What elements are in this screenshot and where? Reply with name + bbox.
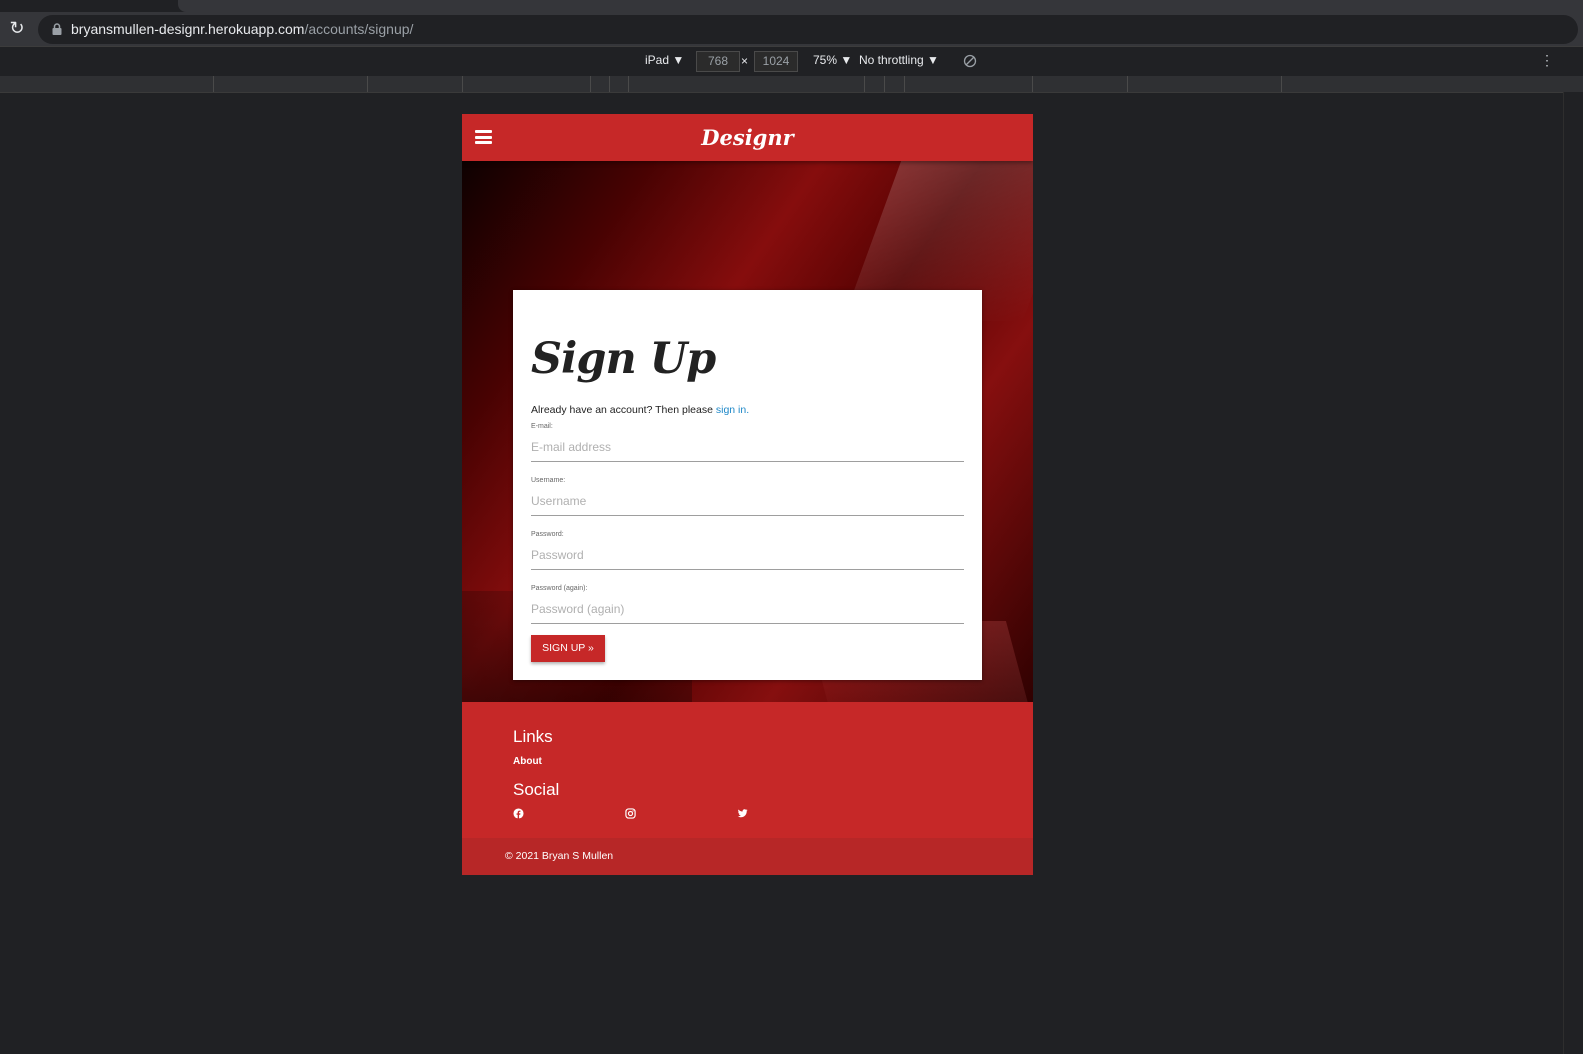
reload-icon[interactable]: ↻ xyxy=(6,17,28,39)
brand-logo[interactable]: Designr xyxy=(462,125,1033,150)
sign-up-button[interactable]: SIGN UP » xyxy=(531,635,605,662)
tab-strip xyxy=(0,0,1583,12)
page-title: Sign Up xyxy=(531,334,716,384)
url-text: bryansmullen-designr.herokuapp.com/accou… xyxy=(71,21,413,37)
already-account-label: Already have an account? Then please xyxy=(531,404,716,416)
address-bar[interactable]: bryansmullen-designr.herokuapp.com/accou… xyxy=(38,15,1578,44)
password-field-group: Password: xyxy=(531,531,964,570)
lock-icon xyxy=(52,23,62,35)
copyright-bar: © 2021 Bryan S Mullen xyxy=(462,838,1033,875)
password-again-field[interactable] xyxy=(531,596,964,624)
url-path: /accounts/signup/ xyxy=(304,21,414,37)
rotate-icon[interactable] xyxy=(963,54,977,68)
email-label: E-mail: xyxy=(531,423,553,430)
footer-social-heading: Social xyxy=(513,780,560,799)
password-again-label: Password (again): xyxy=(531,585,588,592)
signup-card: Sign Up Already have an account? Then pl… xyxy=(513,290,982,680)
instagram-icon[interactable] xyxy=(625,808,636,819)
email-field[interactable] xyxy=(531,434,964,462)
device-toolbar: iPad ▼ 768 × 1024 75% ▼ No throttling ▼ … xyxy=(0,46,1583,77)
emulated-page: Designr Sign Up Already have an account?… xyxy=(462,114,1033,875)
footer: Links About Social xyxy=(462,702,1033,838)
hero-background: Sign Up Already have an account? Then pl… xyxy=(462,161,1033,741)
dimension-separator: × xyxy=(741,54,749,68)
password-label: Password: xyxy=(531,531,564,538)
footer-links-heading: Links xyxy=(513,727,553,746)
twitter-icon[interactable] xyxy=(737,808,748,819)
email-field-group: E-mail: xyxy=(531,423,964,462)
media-query-ruler xyxy=(0,76,1583,93)
device-select[interactable]: iPad ▼ xyxy=(645,53,684,67)
username-label: Username: xyxy=(531,477,566,484)
devtools-scrollbar[interactable] xyxy=(1563,92,1583,1054)
zoom-select[interactable]: 75% ▼ xyxy=(813,53,852,67)
sign-in-link[interactable]: sign in. xyxy=(716,404,749,416)
device-width-input[interactable]: 768 xyxy=(696,51,740,72)
copyright-text: © 2021 Bryan S Mullen xyxy=(505,850,614,862)
more-options-icon[interactable]: ⋮ xyxy=(1540,52,1554,69)
password-field[interactable] xyxy=(531,542,964,570)
username-field-group: Username: xyxy=(531,477,964,516)
password-again-field-group: Password (again): xyxy=(531,585,964,624)
browser-toolbar: ↻ bryansmullen-designr.herokuapp.com/acc… xyxy=(0,12,1583,46)
navbar: Designr xyxy=(462,114,1033,161)
active-tab[interactable] xyxy=(178,0,1583,12)
username-field[interactable] xyxy=(531,488,964,516)
already-account-text: Already have an account? Then please sig… xyxy=(531,404,749,416)
footer-about-link[interactable]: About xyxy=(513,756,542,767)
url-host: bryansmullen-designr.herokuapp.com xyxy=(71,21,305,37)
facebook-icon[interactable] xyxy=(513,808,524,819)
throttling-select[interactable]: No throttling ▼ xyxy=(859,53,939,67)
device-height-input[interactable]: 1024 xyxy=(754,51,798,72)
